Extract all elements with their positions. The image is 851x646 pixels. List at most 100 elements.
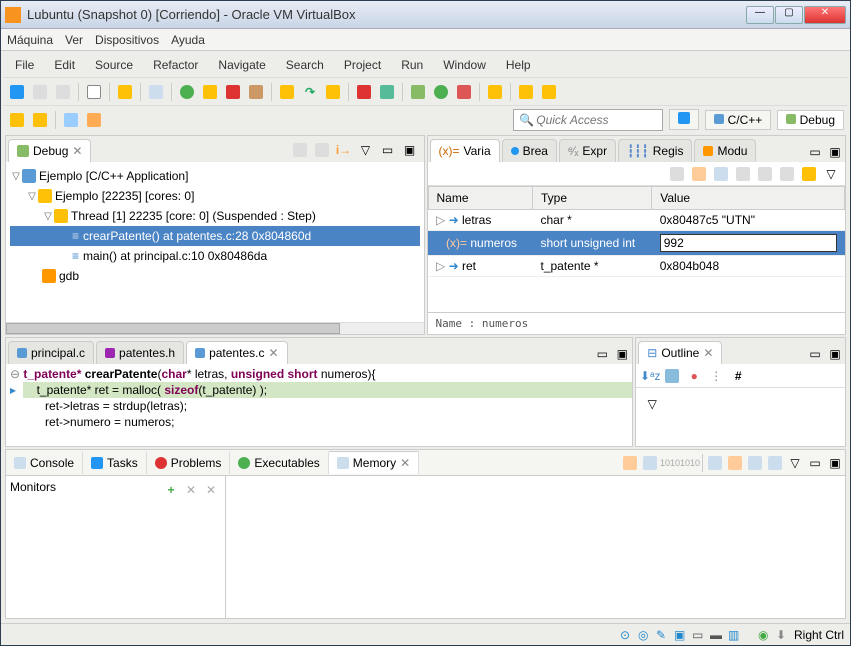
- mem-tb-1[interactable]: [620, 453, 640, 473]
- forward-button[interactable]: [30, 110, 50, 130]
- vbox-menu-ver[interactable]: Ver: [65, 33, 83, 47]
- tab-problems[interactable]: Problems: [147, 452, 231, 474]
- build-button[interactable]: [115, 82, 135, 102]
- maximize-icon[interactable]: ▣: [825, 453, 845, 473]
- menu-help[interactable]: Help: [498, 55, 539, 75]
- debug-view-btn1[interactable]: [290, 140, 310, 160]
- editor-tab-patentesh[interactable]: patentes.h: [96, 341, 184, 364]
- outline-group-icon[interactable]: ⋮: [706, 366, 726, 386]
- menu-source[interactable]: Source: [87, 55, 141, 75]
- remove-monitor-button[interactable]: ✕: [181, 480, 201, 500]
- close-button[interactable]: ✕: [804, 6, 846, 24]
- back-button[interactable]: [7, 110, 27, 130]
- debug-view-btn3[interactable]: i→: [334, 140, 354, 160]
- debug-view-btn2[interactable]: [312, 140, 332, 160]
- tree-row-selected[interactable]: ≡crearPatente() at patentes.c:28 0x80486…: [10, 226, 420, 246]
- debug-dropdown-button[interactable]: [408, 82, 428, 102]
- vars-tb-2[interactable]: [689, 164, 709, 184]
- tab-console[interactable]: Console: [6, 452, 83, 474]
- tab-debug[interactable]: Debug ✕: [8, 139, 91, 162]
- mem-tb-7[interactable]: [745, 453, 765, 473]
- mem-tb-2[interactable]: [640, 453, 660, 473]
- vars-tb-5[interactable]: [755, 164, 775, 184]
- mem-tb-8[interactable]: [765, 453, 785, 473]
- menu-search[interactable]: Search: [278, 55, 332, 75]
- menu-navigate[interactable]: Navigate: [210, 55, 273, 75]
- tab-variables[interactable]: (x)= Varia: [430, 139, 500, 162]
- resume-button[interactable]: [177, 82, 197, 102]
- tab-tasks[interactable]: Tasks: [83, 452, 147, 474]
- table-row[interactable]: ▷ ➜ letras char * 0x80487c5 "UTN": [428, 210, 845, 231]
- view-menu-icon[interactable]: ▽: [356, 140, 376, 160]
- view-menu-icon[interactable]: ▽: [785, 453, 805, 473]
- minimize-icon[interactable]: ▭: [378, 140, 398, 160]
- tree-row[interactable]: ▽Thread [1] 22235 [core: 0] (Suspended :…: [10, 206, 420, 226]
- disconnect-button[interactable]: [246, 82, 266, 102]
- prev-annotation-button[interactable]: [539, 82, 559, 102]
- maximize-icon[interactable]: ▣: [825, 344, 845, 364]
- outline-filter-icon[interactable]: [662, 366, 682, 386]
- instruction-step-button[interactable]: [354, 82, 374, 102]
- tab-outline[interactable]: ⊟ Outline ✕: [638, 341, 722, 364]
- binary-icon[interactable]: [84, 82, 104, 102]
- tab-memory[interactable]: Memory ✕: [329, 451, 419, 474]
- maximize-icon[interactable]: ▣: [825, 142, 845, 162]
- outline-more-icon[interactable]: #: [728, 366, 748, 386]
- mem-tb-6[interactable]: [725, 453, 745, 473]
- tab-modules[interactable]: Modu: [694, 139, 756, 162]
- vars-tb-collapse[interactable]: [799, 164, 819, 184]
- tree-row[interactable]: ▽Ejemplo [C/C++ Application]: [10, 166, 420, 186]
- outline-sort-icon[interactable]: ⬇ᵃz: [640, 366, 660, 386]
- minimize-icon[interactable]: ▭: [805, 344, 825, 364]
- editor-tab-principal[interactable]: principal.c: [8, 341, 94, 364]
- col-value[interactable]: Value: [652, 187, 845, 210]
- tree-row[interactable]: ▽Ejemplo [22235] [cores: 0]: [10, 186, 420, 206]
- menu-file[interactable]: File: [7, 55, 42, 75]
- vars-tb-1[interactable]: [667, 164, 687, 184]
- save-button[interactable]: [30, 82, 50, 102]
- save-all-button[interactable]: [53, 82, 73, 102]
- maximize-icon[interactable]: ▣: [612, 344, 632, 364]
- tab-executables[interactable]: Executables: [230, 452, 328, 474]
- debug-perspective-button[interactable]: Debug: [777, 110, 844, 130]
- outline-hide-icon[interactable]: ●: [684, 366, 704, 386]
- code-editor[interactable]: ⊖ t_patente* crearPatente(char* letras, …: [6, 364, 632, 446]
- tab-expressions[interactable]: ᵉ⁄ₓ Expr: [559, 139, 616, 162]
- table-row-selected[interactable]: (x)= numeros short unsigned int: [428, 231, 845, 256]
- toggle-mark-button[interactable]: [61, 110, 81, 130]
- menu-run[interactable]: Run: [393, 55, 431, 75]
- vbox-menu-maquina[interactable]: Máquina: [7, 33, 53, 47]
- scrollbar-h[interactable]: [6, 322, 424, 334]
- tree-row[interactable]: ≡main() at principal.c:10 0x80486da: [10, 246, 420, 266]
- menu-project[interactable]: Project: [336, 55, 389, 75]
- pin-button[interactable]: [84, 110, 104, 130]
- vars-tb-6[interactable]: [777, 164, 797, 184]
- view-menu-icon[interactable]: ▽: [821, 164, 841, 184]
- minimize-icon[interactable]: ▭: [805, 142, 825, 162]
- col-name[interactable]: Name: [428, 187, 533, 210]
- mem-tb-3[interactable]: 1010: [660, 453, 680, 473]
- step-into-button[interactable]: [277, 82, 297, 102]
- quick-access-input[interactable]: [513, 109, 663, 131]
- cpp-perspective-button[interactable]: C/C++: [705, 110, 771, 130]
- skip-breakpoints-button[interactable]: [146, 82, 166, 102]
- minimize-button[interactable]: —: [746, 6, 774, 24]
- open-perspective-button[interactable]: [669, 109, 699, 130]
- profile-button[interactable]: [485, 82, 505, 102]
- close-icon[interactable]: ✕: [268, 346, 278, 360]
- maximize-button[interactable]: ▢: [775, 6, 803, 24]
- close-icon[interactable]: ✕: [703, 346, 713, 360]
- close-icon[interactable]: ✕: [72, 144, 82, 158]
- vars-tb-4[interactable]: [733, 164, 753, 184]
- variable-value-input[interactable]: [660, 234, 837, 252]
- suspend-button[interactable]: [200, 82, 220, 102]
- mem-tb-4[interactable]: 1010: [680, 453, 700, 473]
- maximize-icon[interactable]: ▣: [400, 140, 420, 160]
- vbox-menu-ayuda[interactable]: Ayuda: [171, 33, 205, 47]
- menu-refactor[interactable]: Refactor: [145, 55, 206, 75]
- add-monitor-button[interactable]: +: [161, 480, 181, 500]
- remove-all-button[interactable]: ✕: [201, 480, 221, 500]
- tree-row[interactable]: gdb: [10, 266, 420, 286]
- vars-tb-3[interactable]: [711, 164, 731, 184]
- close-icon[interactable]: ✕: [400, 456, 410, 470]
